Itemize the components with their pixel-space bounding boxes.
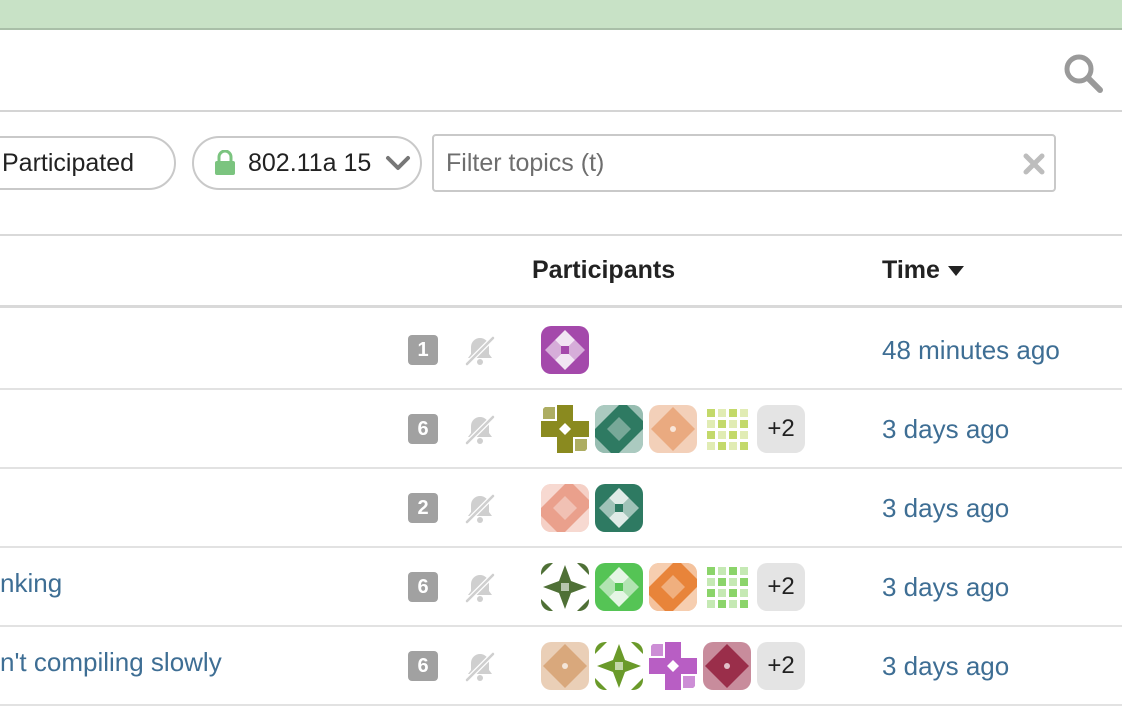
avatar[interactable] <box>541 484 589 532</box>
avatar[interactable] <box>595 563 643 611</box>
bell-slash-icon <box>465 336 495 366</box>
lock-icon <box>215 150 235 175</box>
avatar[interactable] <box>595 642 643 690</box>
topic-row[interactable]: n't compiling slowly 6 +2 3 days ago <box>0 627 1122 706</box>
reply-count-badge: 6 <box>408 572 438 602</box>
topic-time-link[interactable]: 3 days ago <box>882 651 1009 682</box>
time-column-label: Time <box>882 256 940 284</box>
avatar[interactable] <box>703 642 751 690</box>
reply-count-badge: 6 <box>408 414 438 444</box>
avatar[interactable] <box>541 642 589 690</box>
avatar[interactable] <box>703 563 751 611</box>
bell-slash-icon <box>465 652 495 682</box>
topic-time-link[interactable]: 48 minutes ago <box>882 335 1060 366</box>
participants-avatars <box>541 484 643 532</box>
reply-count-badge: 6 <box>408 651 438 681</box>
table-header: Participants Time <box>0 234 1122 308</box>
chevron-down-icon <box>386 156 411 170</box>
topic-time-link[interactable]: 3 days ago <box>882 493 1009 524</box>
participants-avatars: +2 <box>541 642 805 690</box>
search-icon[interactable] <box>1062 52 1104 94</box>
category-dropdown[interactable]: 802.11a 15 <box>192 136 422 190</box>
topic-row[interactable]: nking 6 +2 3 days ago <box>0 548 1122 627</box>
filter-topics-input[interactable] <box>432 134 1056 192</box>
topic-time-link[interactable]: 3 days ago <box>882 572 1009 603</box>
top-banner <box>0 0 1122 30</box>
avatar[interactable] <box>541 405 589 453</box>
topic-title-link[interactable]: n't compiling slowly <box>0 647 222 678</box>
avatar[interactable] <box>541 563 589 611</box>
participated-filter-button[interactable]: Participated <box>0 136 176 190</box>
topic-title-link[interactable]: nking <box>0 568 62 599</box>
header-bar <box>0 30 1122 112</box>
more-participants-badge[interactable]: +2 <box>757 563 805 611</box>
time-column-header[interactable]: Time <box>882 256 964 285</box>
topic-row[interactable]: 6 +2 3 days ago <box>0 390 1122 469</box>
reply-count-badge: 2 <box>408 493 438 523</box>
topic-row[interactable]: 2 3 days ago <box>0 469 1122 548</box>
category-label: 802.11a 15 <box>248 148 372 177</box>
avatar[interactable] <box>595 405 643 453</box>
avatar[interactable] <box>703 405 751 453</box>
bell-slash-icon <box>465 573 495 603</box>
participants-avatars: +2 <box>541 563 805 611</box>
reply-count-badge: 1 <box>408 335 438 365</box>
participants-avatars <box>541 326 589 374</box>
avatar[interactable] <box>541 326 589 374</box>
topic-time-link[interactable]: 3 days ago <box>882 414 1009 445</box>
bell-slash-icon <box>465 415 495 445</box>
avatar[interactable] <box>649 405 697 453</box>
bell-slash-icon <box>465 494 495 524</box>
participated-label: Participated <box>2 148 135 177</box>
participants-column-header: Participants <box>532 256 676 284</box>
more-participants-badge[interactable]: +2 <box>757 405 805 453</box>
clear-icon[interactable] <box>1022 152 1046 176</box>
more-participants-badge[interactable]: +2 <box>757 642 805 690</box>
avatar[interactable] <box>595 484 643 532</box>
topic-row[interactable]: 1 48 minutes ago <box>0 311 1122 390</box>
avatar[interactable] <box>649 642 697 690</box>
sort-caret-icon <box>947 265 964 276</box>
avatar[interactable] <box>649 563 697 611</box>
participants-avatars: +2 <box>541 405 805 453</box>
